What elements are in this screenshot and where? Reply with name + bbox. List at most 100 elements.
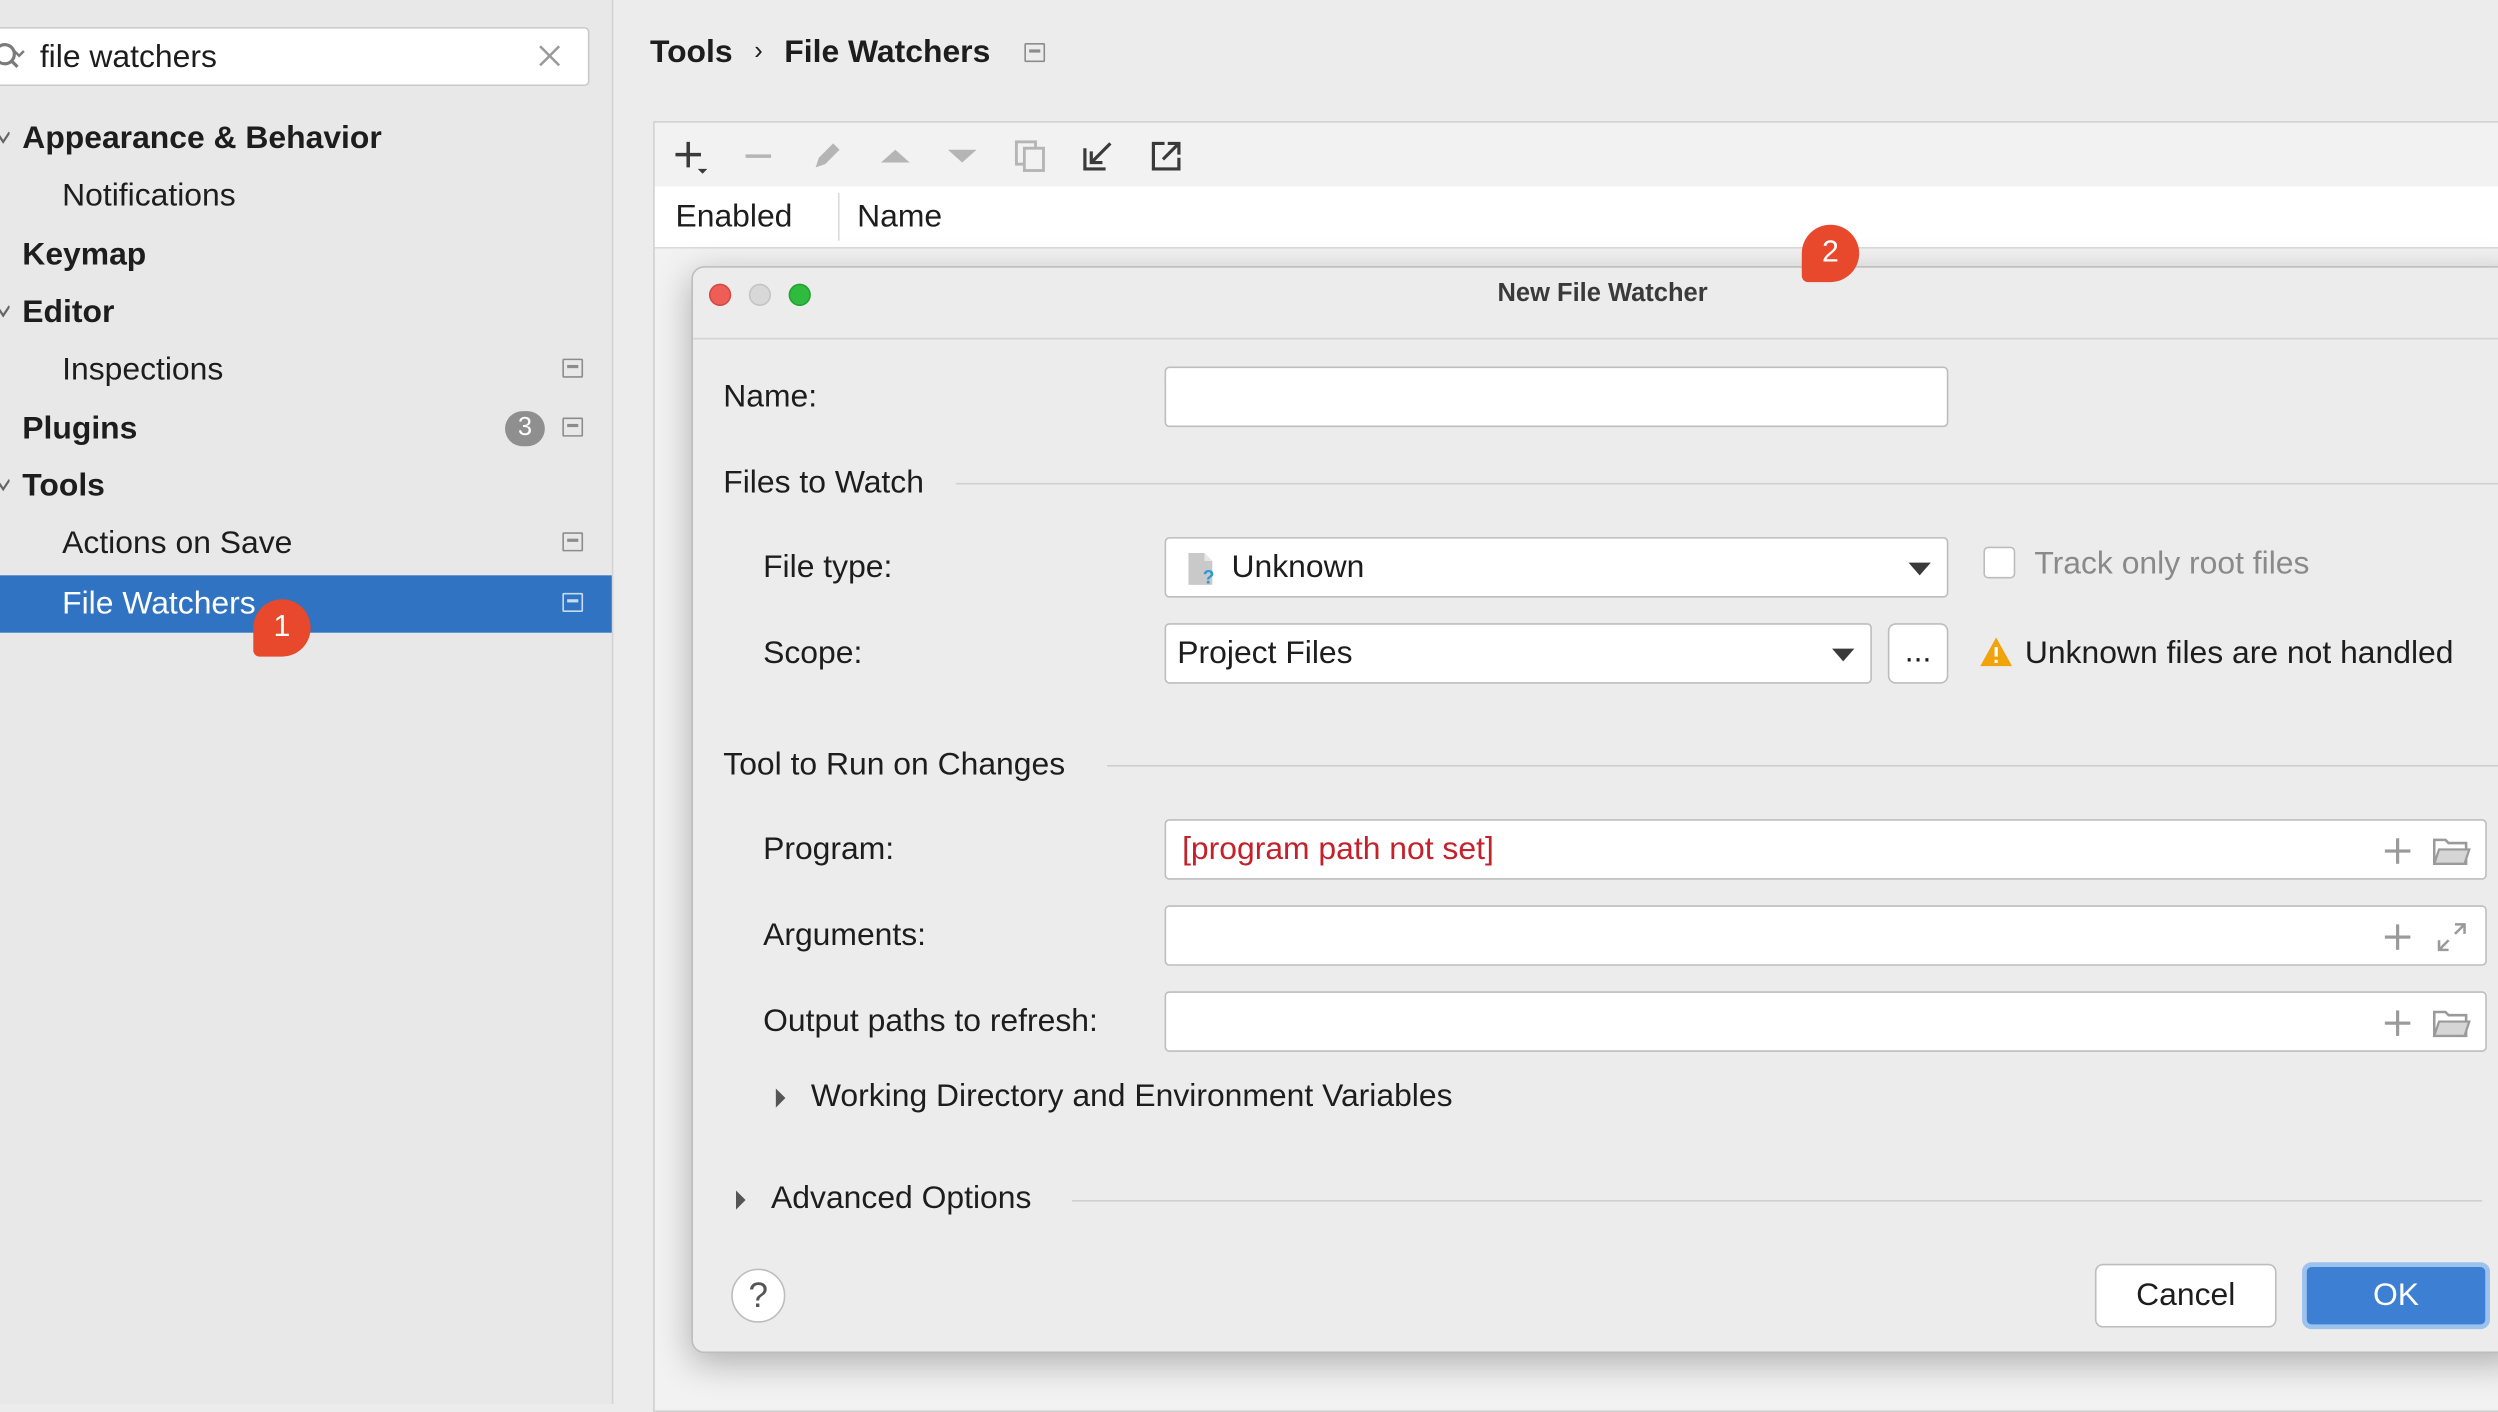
table-header: Enabled Name bbox=[654, 186, 2498, 249]
chevron-right-icon bbox=[736, 1190, 746, 1210]
program-input-value[interactable]: [program path not set] bbox=[1182, 832, 1494, 869]
export-icon bbox=[1151, 141, 1181, 171]
callout-marker-1: 1 bbox=[253, 599, 311, 657]
callout-marker-2: 2 bbox=[1801, 224, 1860, 283]
close-window-button[interactable] bbox=[708, 283, 732, 306]
pencil-icon bbox=[815, 143, 840, 168]
dialog-titlebar[interactable]: New File Watcher bbox=[692, 267, 2498, 340]
sidebar-item-label: Inspections bbox=[62, 352, 224, 388]
sidebar-item-notifications[interactable]: Notifications bbox=[0, 167, 612, 224]
import-icon bbox=[1083, 142, 1112, 171]
insert-macro-icon[interactable] bbox=[2384, 924, 2411, 950]
remove-watcher-button[interactable] bbox=[738, 135, 779, 176]
unknown-files-warning: Unknown files are not handled bbox=[2024, 635, 2454, 671]
scope-value: Project Files bbox=[1177, 635, 1353, 671]
sidebar-item-tools[interactable]: Tools bbox=[0, 457, 612, 514]
file-type-label: File type: bbox=[763, 549, 893, 585]
project-settings-icon bbox=[1024, 43, 1046, 63]
table-toolbar bbox=[654, 122, 2498, 189]
edit-watcher-button[interactable] bbox=[806, 135, 847, 176]
clear-search-icon[interactable] bbox=[537, 43, 562, 68]
files-to-watch-section-title: Files to Watch bbox=[723, 465, 924, 501]
sidebar-item-inspections[interactable]: Inspections bbox=[0, 341, 612, 398]
export-button[interactable] bbox=[1145, 135, 1186, 176]
breadcrumb-current: File Watchers bbox=[784, 35, 991, 71]
sidebar-item-label: Tools bbox=[22, 468, 105, 504]
project-settings-icon bbox=[562, 592, 584, 612]
program-label: Program: bbox=[763, 831, 895, 867]
chevron-down-icon[interactable] bbox=[0, 303, 10, 319]
section-divider bbox=[1107, 764, 2498, 767]
help-button[interactable]: ? bbox=[731, 1268, 786, 1323]
ok-button[interactable]: OK bbox=[2302, 1262, 2491, 1330]
section-divider bbox=[1072, 1200, 2483, 1202]
chevron-down-icon bbox=[1832, 648, 1855, 662]
add-watcher-button[interactable] bbox=[671, 135, 712, 176]
project-settings-icon bbox=[562, 532, 584, 552]
sidebar-item-label: Plugins bbox=[22, 411, 138, 447]
sidebar-item-plugins[interactable]: Plugins 3 bbox=[0, 400, 612, 457]
unknown-file-icon: ? bbox=[1188, 553, 1215, 586]
move-up-button[interactable] bbox=[875, 135, 916, 176]
track-only-root-files-label[interactable]: Track only root files bbox=[2034, 547, 2309, 584]
arguments-input[interactable] bbox=[1164, 905, 2487, 966]
chevron-down-icon bbox=[1908, 562, 1931, 576]
output-paths-label: Output paths to refresh: bbox=[763, 1004, 1098, 1040]
name-input[interactable] bbox=[1164, 366, 1949, 428]
arguments-label: Arguments: bbox=[763, 917, 927, 954]
sidebar-item-actions-on-save[interactable]: Actions on Save bbox=[0, 515, 612, 572]
breadcrumb-separator: › bbox=[754, 38, 763, 66]
scope-label: Scope: bbox=[763, 635, 863, 671]
arrow-up-icon bbox=[880, 149, 910, 163]
program-input[interactable]: [program path not set] bbox=[1164, 819, 2487, 880]
sidebar-item-appearance-behavior[interactable]: Appearance & Behavior bbox=[0, 110, 612, 167]
plugins-count-badge: 3 bbox=[505, 411, 545, 447]
track-only-root-files-checkbox[interactable] bbox=[1983, 546, 2016, 579]
name-label: Name: bbox=[723, 379, 818, 415]
scope-select[interactable]: Project Files bbox=[1164, 623, 1872, 684]
sidebar-item-keymap[interactable]: Keymap bbox=[0, 226, 612, 283]
insert-macro-icon[interactable] bbox=[2384, 1010, 2411, 1036]
sidebar-item-label: Actions on Save bbox=[62, 525, 293, 561]
chevron-right-icon bbox=[775, 1088, 786, 1108]
insert-macro-icon[interactable] bbox=[2384, 838, 2411, 864]
chevron-down-icon[interactable] bbox=[0, 129, 10, 145]
svg-text:?: ? bbox=[1203, 567, 1215, 586]
new-file-watcher-dialog: New File Watcher Name: Files to Watch Fi… bbox=[691, 266, 2498, 1354]
column-header-enabled[interactable]: Enabled bbox=[675, 199, 792, 236]
import-button[interactable] bbox=[1077, 135, 1118, 176]
project-settings-icon bbox=[562, 358, 584, 378]
minus-icon bbox=[745, 154, 772, 158]
settings-search-field[interactable]: file watchers bbox=[0, 27, 590, 87]
output-paths-input[interactable] bbox=[1164, 991, 2487, 1052]
copy-icon bbox=[1014, 140, 1045, 172]
warning-icon bbox=[1980, 637, 2013, 667]
arrow-down-icon bbox=[947, 149, 977, 163]
file-type-select[interactable]: ? Unknown bbox=[1164, 537, 1949, 598]
working-directory-label[interactable]: Working Directory and Environment Variab… bbox=[811, 1079, 1453, 1116]
sidebar-item-editor[interactable]: Editor bbox=[0, 284, 612, 341]
folder-icon[interactable] bbox=[2432, 835, 2471, 867]
sidebar-item-label: Appearance & Behavior bbox=[22, 121, 382, 157]
search-icon bbox=[0, 43, 25, 69]
expand-icon[interactable] bbox=[2436, 921, 2468, 953]
cancel-button[interactable]: Cancel bbox=[2094, 1263, 2277, 1328]
scope-browse-button[interactable]: ... bbox=[1887, 623, 1949, 684]
sidebar-item-label: File Watchers bbox=[62, 586, 256, 622]
file-type-value: Unknown bbox=[1231, 549, 1365, 585]
move-down-button[interactable] bbox=[942, 135, 983, 176]
settings-sidebar: file watchers Appearance & Behavior Noti… bbox=[0, 0, 614, 1405]
folder-icon[interactable] bbox=[2432, 1007, 2471, 1039]
minimize-window-button[interactable] bbox=[748, 283, 772, 306]
add-dropdown-icon bbox=[675, 141, 708, 174]
maximize-window-button[interactable] bbox=[788, 283, 811, 306]
copy-watcher-button[interactable] bbox=[1010, 135, 1051, 176]
sidebar-item-label: Notifications bbox=[62, 178, 236, 214]
advanced-options-label[interactable]: Advanced Options bbox=[771, 1181, 1031, 1218]
breadcrumb-parent[interactable]: Tools bbox=[650, 35, 733, 72]
column-divider[interactable] bbox=[837, 192, 840, 241]
sidebar-item-label: Editor bbox=[22, 294, 115, 330]
search-input-value[interactable]: file watchers bbox=[40, 40, 217, 77]
column-header-name[interactable]: Name bbox=[857, 199, 942, 236]
chevron-down-icon[interactable] bbox=[0, 477, 10, 493]
